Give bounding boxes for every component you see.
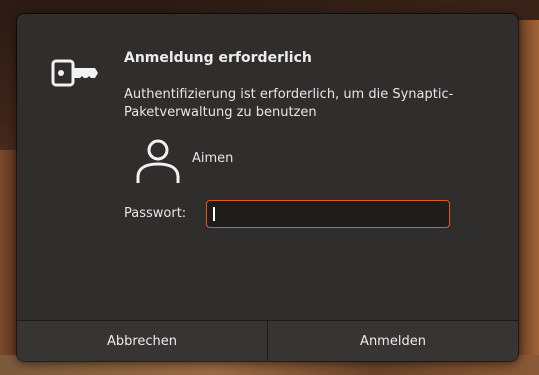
user-name: Aimen <box>192 151 234 166</box>
authentication-dialog: Anmeldung erforderlich Authentifizierung… <box>17 14 518 361</box>
password-input[interactable] <box>206 200 450 228</box>
text-caret <box>213 207 215 221</box>
dialog-button-bar: Abbrechen Anmelden <box>17 320 518 361</box>
dialog-title: Anmeldung erforderlich <box>124 50 312 66</box>
password-label: Passwort: <box>124 206 187 221</box>
cancel-button[interactable]: Abbrechen <box>17 321 267 361</box>
authenticate-button[interactable]: Anmelden <box>268 321 518 361</box>
avatar-icon <box>136 139 180 183</box>
key-icon <box>51 59 98 87</box>
dialog-message: Authentifizierung ist erforderlich, um d… <box>124 87 454 120</box>
